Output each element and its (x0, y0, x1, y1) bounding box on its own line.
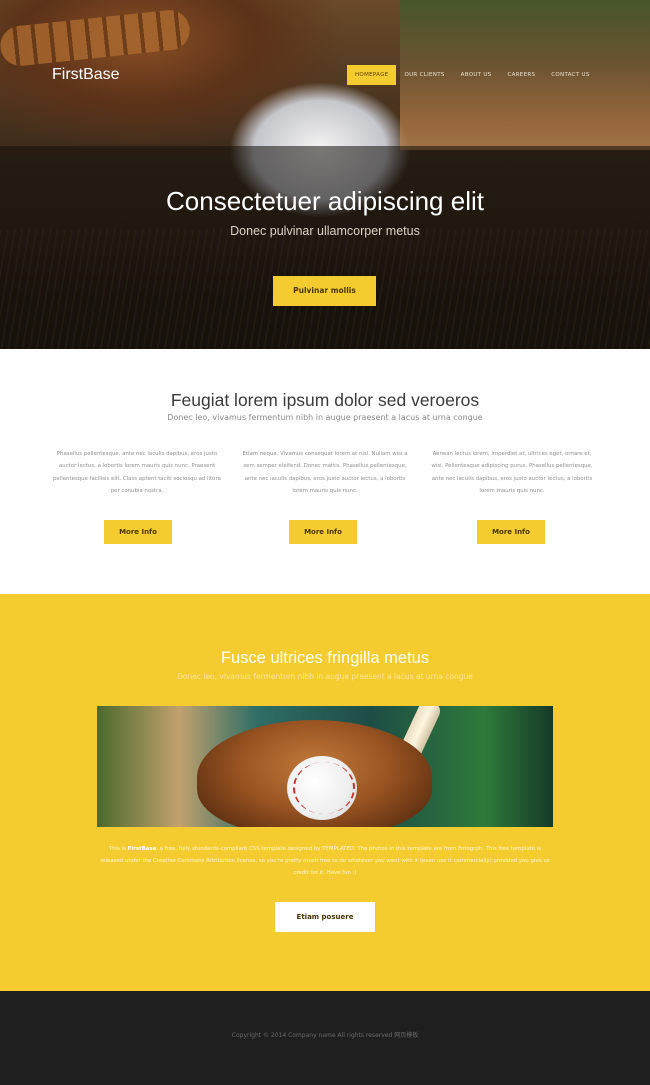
hero-section: FirstBase HOMEPAGE OUR CLIENTS ABOUT US … (0, 0, 650, 349)
highlight-section: Fusce ultrices fringilla metus Donec leo… (0, 594, 650, 991)
baseball-shape (287, 756, 357, 820)
feature-column-text: Phasellus pellentesque, ante nec iaculis… (52, 451, 221, 494)
nav-item-careers[interactable]: CAREERS (499, 65, 543, 85)
features-section: Feugiat lorem ipsum dolor sed veroeros D… (0, 349, 650, 594)
highlight-body-prefix: This is (108, 846, 128, 852)
features-subtitle: Donec leo, vivamus fermentum nibh in aug… (167, 413, 483, 422)
hero-title: Consectetuer adipiscing elit (166, 186, 484, 216)
footer: Copyright © 2014 Company name All rights… (0, 991, 650, 1085)
copyright-text: Copyright © 2014 Company name All rights… (231, 1032, 419, 1039)
nav-item-our-clients[interactable]: OUR CLIENTS (396, 65, 452, 85)
baseball-glove-image (97, 706, 553, 827)
hero-cta-button[interactable]: Pulvinar mollis (273, 276, 376, 306)
more-info-button[interactable]: More Info (477, 520, 545, 544)
etiam-posuere-button[interactable]: Etiam posuere (275, 902, 375, 932)
highlight-subtitle: Donec leo, vivamus fermentum nibh in aug… (177, 672, 473, 681)
highlight-body-text: , a free, fully standards-compliant CSS … (100, 846, 550, 876)
site-logo[interactable]: FirstBase (52, 66, 120, 84)
main-nav: HOMEPAGE OUR CLIENTS ABOUT US CAREERS CO… (347, 65, 598, 85)
feature-column-text: Etiam neque. Vivamus consequat lorem at … (242, 451, 408, 494)
more-info-button[interactable]: More Info (104, 520, 172, 544)
features-title: Feugiat lorem ipsum dolor sed veroeros (170, 390, 480, 410)
highlight-body: This is FirstBase, a free, fully standar… (100, 843, 550, 879)
nav-item-homepage[interactable]: HOMEPAGE (347, 65, 397, 85)
hero-subtitle: Donec pulvinar ullamcorper metus (230, 224, 420, 238)
feature-column-text: Aenean lectus lorem, imperdiet at, ultri… (431, 451, 593, 494)
highlight-body-brand[interactable]: FirstBase (128, 846, 157, 852)
highlight-title: Fusce ultrices fringilla metus (220, 649, 430, 667)
more-info-button[interactable]: More Info (289, 520, 357, 544)
hero-overlay (0, 146, 650, 349)
nav-item-about-us[interactable]: ABOUT US (453, 65, 500, 85)
nav-item-contact-us[interactable]: CONTACT US (543, 65, 597, 85)
